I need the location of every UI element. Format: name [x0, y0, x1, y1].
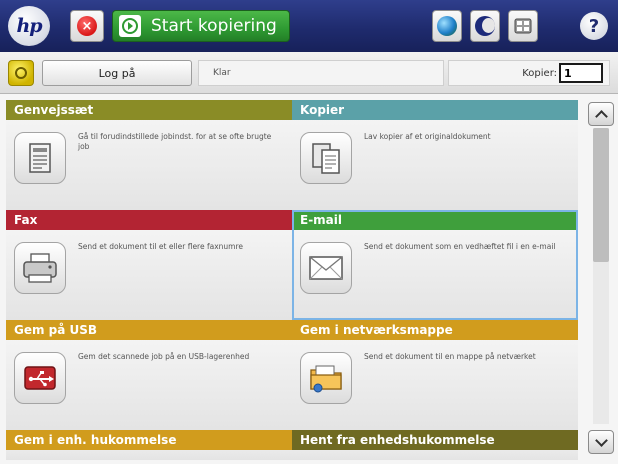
- shortcut-document-icon: [14, 132, 66, 184]
- tile-header: E-mail: [292, 210, 578, 230]
- tile-description: Gem det scannede job på en USB-lagerenhe…: [78, 352, 250, 361]
- tile-fax[interactable]: Fax Send et dokument til et eller flere …: [6, 210, 292, 320]
- tile-description: Lav kopier af et originaldokument: [364, 132, 491, 141]
- scroll-up-button[interactable]: [588, 102, 614, 126]
- login-button[interactable]: Log på: [42, 60, 192, 86]
- envelope-icon: [300, 242, 352, 294]
- copies-label: Kopier:: [522, 68, 557, 79]
- copy-documents-icon: [300, 132, 352, 184]
- stop-symbol: ×: [81, 18, 93, 34]
- network-globe-button[interactable]: [432, 10, 462, 42]
- copies-input[interactable]: 1: [559, 63, 603, 83]
- scroll-down-button[interactable]: [588, 430, 614, 454]
- hp-logo[interactable]: hp: [8, 6, 50, 46]
- start-copy-label: Start kopiering: [151, 16, 277, 36]
- status-bar: Log på Klar Kopier: 1: [0, 52, 618, 94]
- hp-logo-text: hp: [16, 15, 42, 37]
- tile-email[interactable]: E-mail Send et dokument som en vedhæftet…: [292, 210, 578, 320]
- tile-header: Hent fra enhedshukommelse: [292, 430, 578, 450]
- top-bar: hp × Start kopiering ?: [0, 0, 618, 52]
- sleep-button[interactable]: [470, 10, 500, 42]
- tile-gem-i-enh-hukommelse[interactable]: Gem i enh. hukommelse: [6, 430, 292, 460]
- scroll-thumb[interactable]: [593, 128, 609, 262]
- help-button[interactable]: ?: [580, 12, 608, 40]
- tile-title: E-mail: [300, 213, 343, 227]
- status-message: Klar: [198, 60, 444, 86]
- tile-title: Fax: [14, 213, 38, 227]
- tile-header: Fax: [6, 210, 292, 230]
- information-grid-icon: [514, 18, 532, 34]
- app-tile-grid: Genvejssæt Gå til forudindstillede jobin…: [0, 94, 584, 464]
- usb-storage-icon: [14, 352, 66, 404]
- tile-title: Kopier: [300, 103, 345, 117]
- tile-header: Genvejssæt: [6, 100, 292, 120]
- tile-title: Gem i netværksmappe: [300, 323, 453, 337]
- tile-header: Gem på USB: [6, 320, 292, 340]
- help-icon: ?: [588, 15, 600, 37]
- tile-description: Send et dokument til et eller flere faxn…: [78, 242, 243, 251]
- tile-description: Gå til forudindstillede jobindst. for at…: [78, 132, 272, 151]
- tile-title: Gem i enh. hukommelse: [14, 433, 177, 447]
- copies-field: Kopier: 1: [448, 60, 610, 86]
- tile-header: Gem i enh. hukommelse: [6, 430, 292, 450]
- tile-gem-i-netvaerksmappe[interactable]: Gem i netværksmappe Send et dokument til…: [292, 320, 578, 430]
- scrollbar[interactable]: [584, 94, 618, 464]
- scroll-track[interactable]: [593, 128, 609, 424]
- information-button[interactable]: [508, 10, 538, 42]
- tile-title: Genvejssæt: [14, 103, 94, 117]
- tile-title: Hent fra enhedshukommelse: [300, 433, 495, 447]
- tile-header: Gem i netværksmappe: [292, 320, 578, 340]
- tile-header: Kopier: [292, 100, 578, 120]
- sign-in-status-icon[interactable]: [8, 60, 34, 86]
- tile-description: Send et dokument til en mappe på netværk…: [364, 352, 536, 361]
- tile-title: Gem på USB: [14, 323, 98, 337]
- tile-gem-paa-usb[interactable]: Gem på USB Gem det scannede job på en US…: [6, 320, 292, 430]
- start-icon: [119, 15, 141, 37]
- fax-machine-icon: [14, 242, 66, 294]
- stop-icon: ×: [77, 16, 97, 36]
- network-folder-icon: [300, 352, 352, 404]
- tile-kopier[interactable]: Kopier Lav kopier af et originaldokument: [292, 100, 578, 210]
- tile-description: Send et dokument som en vedhæftet fil i …: [364, 242, 556, 251]
- sleep-moon-icon: [475, 16, 495, 36]
- chevron-up-icon: [594, 109, 608, 123]
- tile-genvejssaet[interactable]: Genvejssæt Gå til forudindstillede jobin…: [6, 100, 292, 210]
- start-copy-button[interactable]: Start kopiering: [112, 10, 290, 42]
- globe-icon: [437, 16, 457, 36]
- chevron-down-icon: [594, 433, 608, 447]
- tile-hent-fra-enhedshukommelse[interactable]: Hent fra enhedshukommelse: [292, 430, 578, 460]
- stop-button[interactable]: ×: [70, 10, 104, 42]
